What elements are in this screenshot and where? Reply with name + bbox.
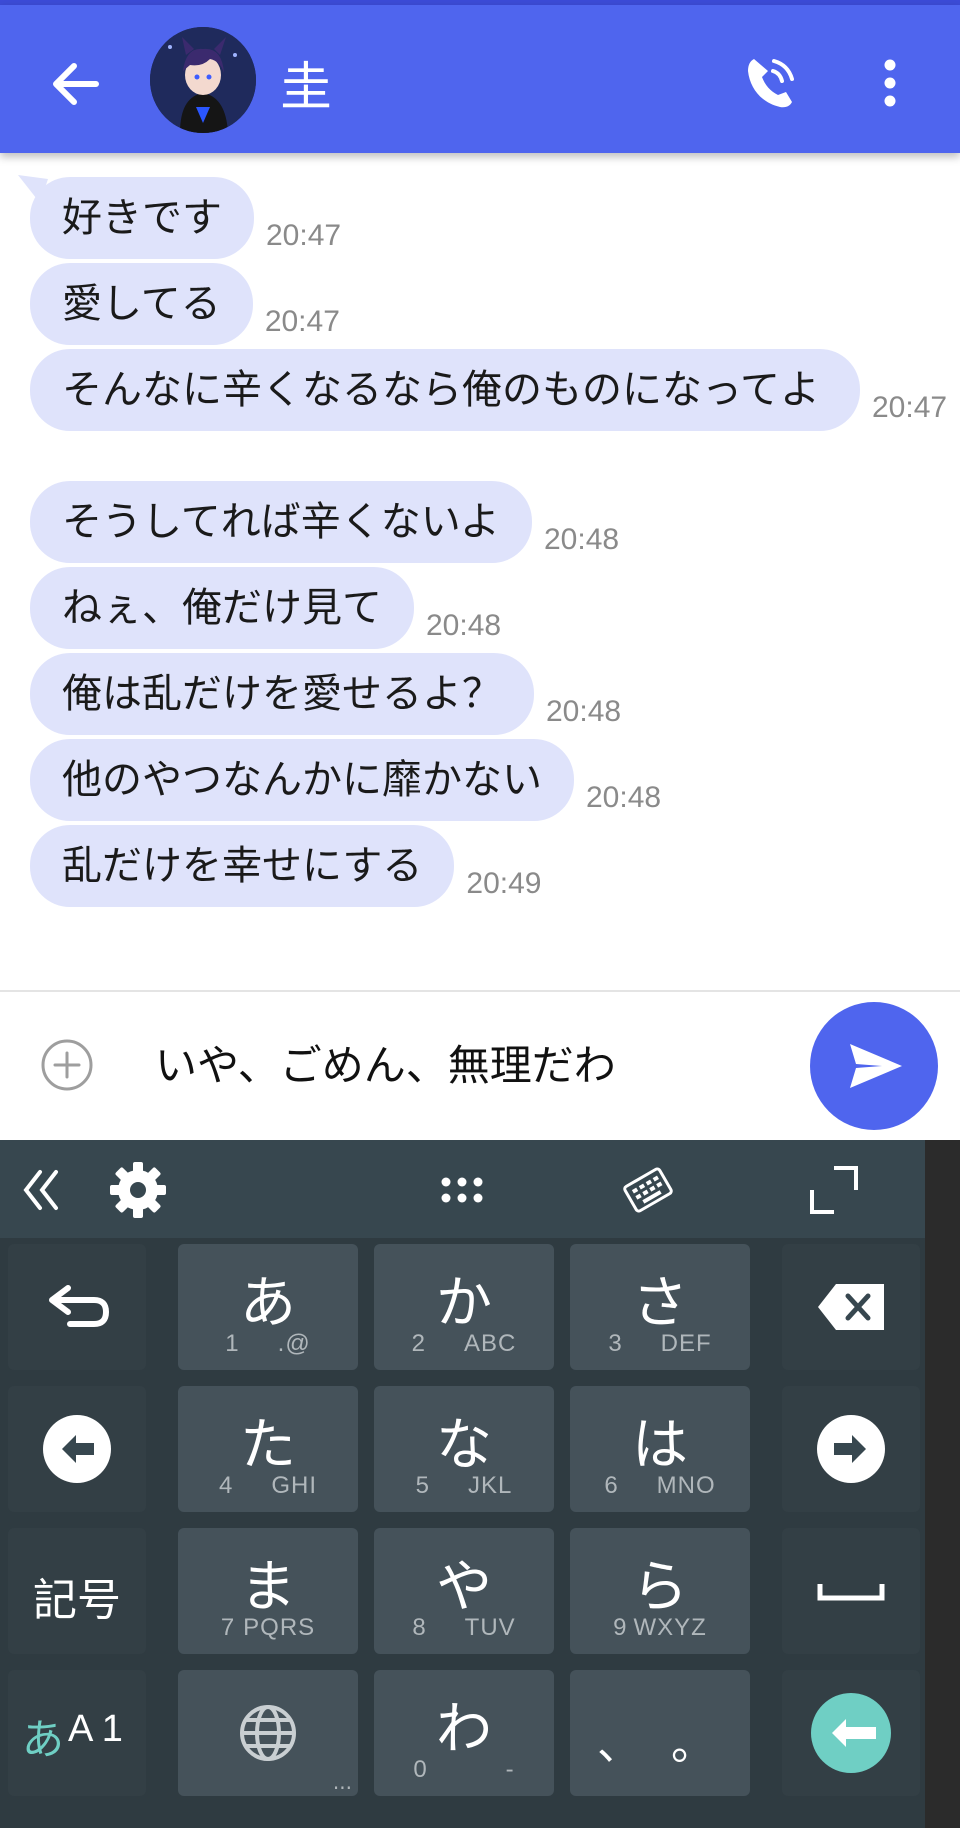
key-kana: ら [632, 1555, 688, 1620]
message-row: 好きです 20:47 [30, 177, 341, 259]
symbols-label: 記号 [33, 1575, 121, 1626]
message-bubble[interactable]: 愛してる [30, 263, 253, 345]
soft-keyboard: 記号 あ A 1 あ 1 .@ か 2 ABC さ 3 DEF た 4 GHI な 5J… [0, 1140, 960, 1828]
keyboard-switch-icon[interactable] [620, 1162, 676, 1218]
enter-key[interactable] [782, 1670, 920, 1796]
undo-icon [49, 1285, 110, 1327]
expand-icon[interactable] [806, 1162, 862, 1218]
keyboard-keys: 記号 あ A 1 あ 1 .@ か 2 ABC さ 3 DEF た 4 GHI な 5J… [0, 1238, 925, 1828]
key-kana: わ [436, 1697, 492, 1762]
key-a[interactable]: あ 1 .@ [178, 1244, 358, 1370]
avatar-image [150, 27, 256, 133]
enter-icon [811, 1693, 891, 1773]
message-bubble[interactable]: 乱だけを幸せにする [30, 825, 455, 907]
more-options-icon[interactable] [870, 51, 910, 115]
contact-avatar[interactable] [150, 27, 256, 133]
contact-name: 圭 [280, 58, 333, 118]
settings-gear-icon[interactable] [106, 1158, 170, 1222]
chat-header: 圭 [0, 5, 960, 153]
message-row: 俺は乱だけを愛せるよ？ 20:48 [30, 653, 621, 735]
globe-key-ellipsis: ... [332, 1770, 352, 1794]
key-na[interactable]: な 5 JKL [374, 1386, 554, 1512]
key-ma[interactable]: ま 7 PQRS [178, 1528, 358, 1654]
mode-kana-label: あ [22, 1715, 65, 1764]
key-ha[interactable]: は 6 MNO [570, 1386, 750, 1512]
keyboard-edge [925, 1140, 960, 1828]
message-list[interactable]: 好きです 20:47 愛してる 20:47 そんなに辛くなるなら俺のものになって… [0, 153, 960, 991]
add-attachment-icon[interactable] [40, 1038, 94, 1092]
mode-alnum-label: A 1 [68, 1708, 123, 1750]
keyboard-toolbar [0, 1140, 925, 1238]
punctuation-key[interactable]: 、 。 [570, 1670, 750, 1796]
composer-bar: いや、ごめん、無理だわ [0, 990, 960, 1140]
arrow-right-circle-icon [817, 1415, 885, 1483]
message-time: 20:48 [546, 695, 622, 728]
backspace-key[interactable] [782, 1244, 920, 1370]
symbols-key[interactable]: 記号 [8, 1528, 146, 1654]
key-sub: 6 MNO [604, 1472, 716, 1499]
key-sub: 0- [413, 1756, 515, 1783]
message-row: 他のやつなんかに靡かない 20:48 [30, 739, 661, 821]
key-kana: ま [240, 1555, 296, 1620]
message-row: 乱だけを幸せにする 20:49 [30, 825, 541, 907]
key-sa[interactable]: さ 3 DEF [570, 1244, 750, 1370]
message-input[interactable]: いや、ごめん、無理だわ [155, 1032, 775, 1093]
input-mode-key[interactable]: あ A 1 [8, 1670, 146, 1796]
message-time: 20:47 [872, 391, 948, 424]
key-kana: か [436, 1271, 492, 1336]
message-time: 20:49 [466, 867, 542, 900]
cursor-right-key[interactable] [782, 1386, 920, 1512]
send-icon [850, 1044, 902, 1088]
key-ka[interactable]: か 2 ABC [374, 1244, 554, 1370]
message-bubble[interactable]: 好きです [30, 177, 254, 259]
message-row: ねぇ、俺だけ見て 20:48 [30, 567, 501, 649]
message-bubble[interactable]: 他のやつなんかに靡かない [30, 739, 574, 821]
key-wa[interactable]: わ 0- [374, 1670, 554, 1796]
message-bubble[interactable]: そんなに辛くなるなら俺のものになってよ [30, 349, 860, 431]
key-kana: な [436, 1413, 492, 1478]
keypad-dots-icon[interactable] [436, 1168, 488, 1212]
phone-call-icon[interactable] [740, 51, 800, 115]
key-sub: 4 GHI [218, 1472, 318, 1499]
key-kana: さ [632, 1271, 688, 1336]
space-icon [817, 1584, 885, 1601]
key-sub: 9 WXYZ [613, 1614, 707, 1641]
arrow-left-circle-icon [43, 1415, 111, 1483]
key-sub: 5 JKL [415, 1472, 513, 1499]
backspace-icon [818, 1284, 884, 1330]
space-key[interactable] [782, 1528, 920, 1654]
send-button[interactable] [810, 1002, 938, 1130]
key-sub: 3 DEF [608, 1330, 712, 1357]
globe-icon [240, 1705, 296, 1761]
collapse-left-icon[interactable] [18, 1166, 66, 1214]
message-bubble[interactable]: 俺は乱だけを愛せるよ？ [30, 653, 534, 735]
globe-key[interactable]: ... [178, 1670, 358, 1796]
key-sub: 7 PQRS [220, 1614, 316, 1641]
punctuation-label: 、 。 [597, 1719, 723, 1770]
key-sub: 1 .@ [225, 1330, 311, 1357]
message-time: 20:47 [264, 305, 340, 338]
message-row: そうしてれば辛くないよ 20:48 [30, 481, 619, 563]
message-bubble[interactable]: ねぇ、俺だけ見て [30, 567, 414, 649]
message-time: 20:48 [426, 609, 502, 642]
message-time: 20:47 [266, 219, 342, 252]
cursor-left-key[interactable] [8, 1386, 146, 1512]
message-bubble[interactable]: そうしてれば辛くないよ [30, 481, 532, 563]
message-row: 愛してる 20:47 [30, 263, 340, 345]
key-sub: 8 TUV [412, 1614, 516, 1641]
key-ya[interactable]: や 8 TUV [374, 1528, 554, 1654]
key-kana: た [240, 1413, 296, 1478]
message-time: 20:48 [586, 781, 662, 814]
undo-key[interactable] [8, 1244, 146, 1370]
message-row: そんなに辛くなるなら俺のものになってよ 20:47 [30, 349, 947, 431]
key-sub: 2 ABC [411, 1330, 517, 1357]
key-kana: あ [240, 1271, 296, 1336]
key-ra[interactable]: ら 9 WXYZ [570, 1528, 750, 1654]
key-ta[interactable]: た 4 GHI [178, 1386, 358, 1512]
message-time: 20:48 [544, 523, 620, 556]
key-kana: や [436, 1555, 492, 1620]
key-kana: は [632, 1413, 688, 1478]
back-arrow-icon[interactable] [40, 49, 110, 119]
